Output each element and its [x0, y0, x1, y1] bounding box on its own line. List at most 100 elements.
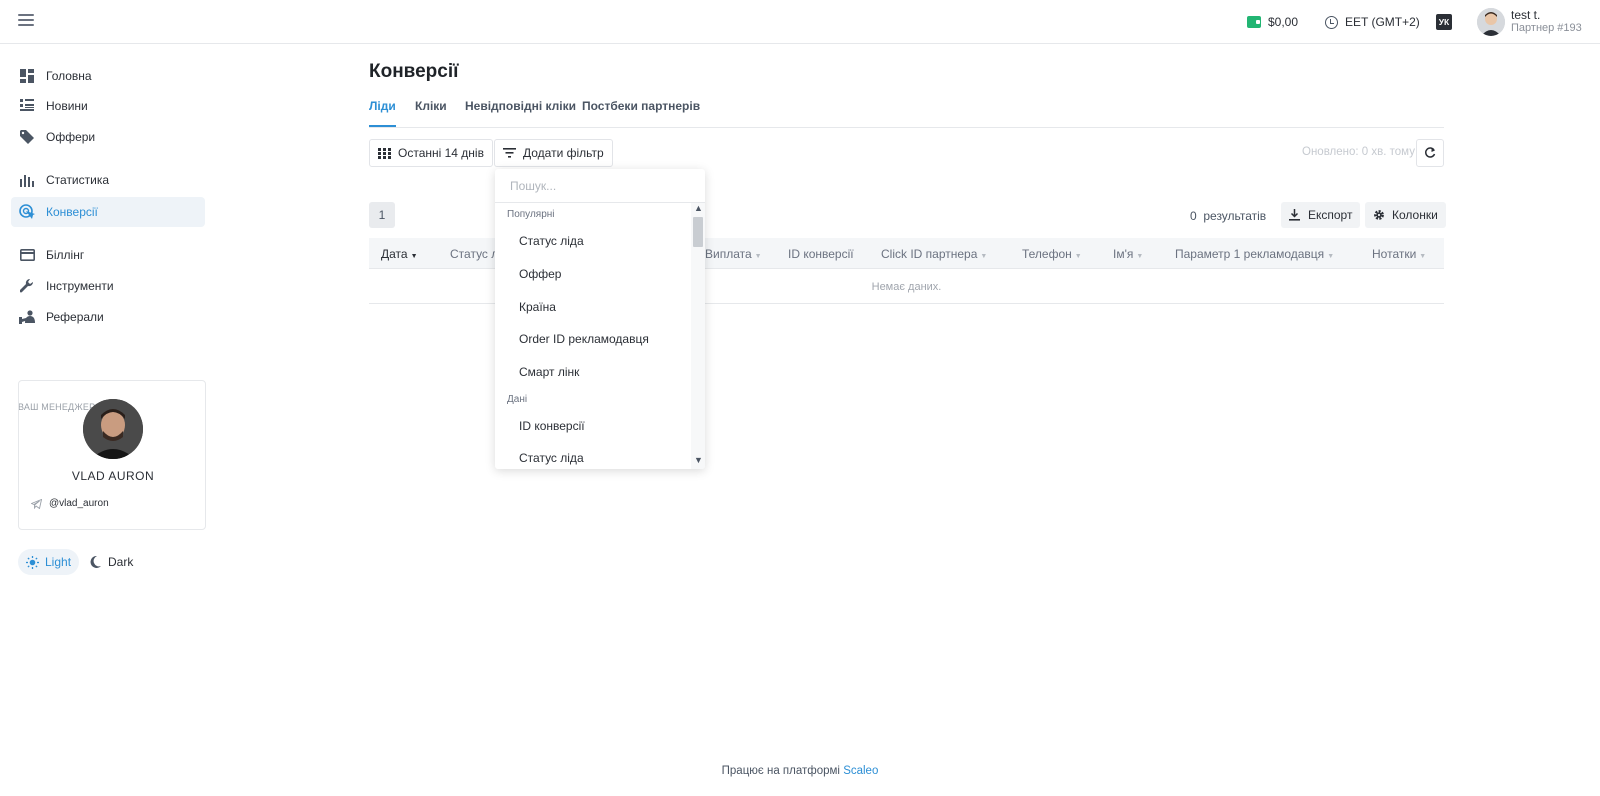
- add-filter-label: Додати фільтр: [523, 146, 604, 160]
- balance-indicator[interactable]: $0,00: [1247, 0, 1298, 44]
- bar-chart-icon: [19, 172, 35, 188]
- footer-text: Працює на платформі: [721, 765, 840, 777]
- theme-light-label: Light: [45, 555, 72, 569]
- filter-search-input[interactable]: Пошук...: [495, 169, 705, 203]
- dropdown-option-lead-status[interactable]: Статус ліда: [519, 234, 584, 248]
- column-header-conversion-id[interactable]: ID конверсії: [788, 247, 854, 261]
- footer: Працює на платформі Scaleo: [0, 765, 1600, 777]
- refresh-button[interactable]: [1416, 139, 1444, 167]
- sidebar-item-label: Статистика: [46, 173, 110, 187]
- user-menu[interactable]: test t. Партнер #193: [1477, 0, 1582, 44]
- date-range-label: Останні 14 днів: [398, 146, 484, 160]
- sidebar-item-label: Оффери: [46, 130, 96, 144]
- gear-icon: [1373, 209, 1385, 221]
- dropdown-scrollbar[interactable]: ▲ ▼: [691, 203, 705, 469]
- sidebar-item-label: Конверсії: [46, 205, 98, 219]
- dropdown-option-lead-status-2[interactable]: Статус ліда: [519, 451, 584, 465]
- filter-icon: [503, 148, 516, 158]
- results-count: 0 результатів: [1190, 209, 1266, 223]
- export-label: Експорт: [1308, 208, 1353, 222]
- telegram-icon: [31, 498, 42, 509]
- sidebar-item-label: Інструменти: [46, 279, 114, 293]
- language-badge: УК: [1436, 14, 1452, 30]
- column-header-advertiser-param[interactable]: Параметр 1 рекламодавця ▼: [1175, 247, 1334, 261]
- theme-dark-button[interactable]: Dark: [90, 549, 133, 575]
- scroll-up-icon[interactable]: ▲: [694, 203, 703, 213]
- column-header-phone[interactable]: Телефон ▼: [1022, 247, 1082, 261]
- date-range-button[interactable]: Останні 14 днів: [369, 139, 493, 167]
- tab-partner-postbacks[interactable]: Постбеки партнерів: [582, 99, 700, 127]
- page-title: Конверсії: [369, 61, 459, 82]
- referral-icon: [19, 309, 35, 325]
- user-partner-id: Партнер #193: [1511, 22, 1582, 34]
- clock-icon: [1325, 15, 1338, 29]
- sidebar-item-conversions[interactable]: Конверсії: [11, 197, 205, 227]
- columns-label: Колонки: [1392, 208, 1438, 222]
- column-header-date[interactable]: Дата ▼: [381, 247, 418, 261]
- dashboard-icon: [19, 68, 35, 84]
- language-switcher[interactable]: УК: [1436, 0, 1452, 44]
- timezone-value: EET (GMT+2): [1345, 15, 1420, 29]
- manager-telegram-link[interactable]: @vlad_auron: [31, 498, 109, 509]
- top-bar: $0,00 EET (GMT+2) УК test t. Партнер #19…: [0, 0, 1600, 44]
- sidebar-item-billing[interactable]: Біллінг: [11, 240, 205, 270]
- tag-icon: [19, 129, 35, 145]
- dropdown-group-data: Дані: [507, 394, 528, 405]
- column-header-notes[interactable]: Нотатки ▼: [1372, 247, 1426, 261]
- user-name: test t.: [1511, 8, 1541, 22]
- avatar: [1477, 8, 1505, 36]
- sun-icon: [26, 555, 39, 569]
- wrench-icon: [19, 278, 35, 294]
- page-number-button[interactable]: 1: [369, 202, 395, 228]
- download-icon: [1289, 209, 1300, 221]
- tab-clicks[interactable]: Кліки: [415, 99, 447, 127]
- refresh-icon: [1424, 147, 1436, 159]
- manager-card: VLAD AURON @vlad_auron: [18, 380, 206, 530]
- dropdown-option-country[interactable]: Країна: [519, 300, 556, 314]
- updated-timestamp: Оновлено: 0 хв. тому: [1302, 146, 1415, 158]
- column-header-lead-status[interactable]: Статус л: [450, 247, 498, 261]
- sidebar-item-label: Новини: [46, 99, 88, 113]
- column-header-name[interactable]: Ім'я ▼: [1113, 247, 1143, 261]
- theme-dark-label: Dark: [108, 555, 134, 569]
- results-number: 0: [1190, 209, 1197, 223]
- conversion-icon: [19, 204, 35, 220]
- sidebar-item-label: Біллінг: [46, 248, 85, 262]
- dropdown-group-popular: Популярні: [507, 209, 555, 220]
- sidebar-item-tools[interactable]: Інструменти: [11, 271, 205, 301]
- sidebar-item-statistics[interactable]: Статистика: [11, 165, 205, 195]
- timezone-indicator[interactable]: EET (GMT+2): [1325, 0, 1420, 44]
- sidebar-item-news[interactable]: Новини: [11, 91, 205, 121]
- scrollbar-thumb[interactable]: [693, 217, 703, 247]
- dropdown-option-conversion-id[interactable]: ID конверсії: [519, 419, 585, 433]
- wallet-icon: [1247, 16, 1261, 28]
- sidebar: Головна Новини Оффери Статистика Конверс…: [0, 44, 214, 796]
- calendar-grid-icon: [378, 147, 391, 159]
- sidebar-item-offers[interactable]: Оффери: [11, 122, 205, 152]
- add-filter-button[interactable]: Додати фільтр: [494, 139, 613, 167]
- manager-telegram-handle: @vlad_auron: [49, 498, 109, 509]
- sidebar-item-home[interactable]: Головна: [11, 61, 205, 91]
- manager-avatar: [83, 399, 143, 459]
- theme-light-button[interactable]: Light: [18, 549, 80, 575]
- footer-scaleo-link[interactable]: Scaleo: [843, 765, 878, 777]
- credit-card-icon: [19, 247, 35, 263]
- tab-leads[interactable]: Ліди: [369, 99, 396, 127]
- dropdown-option-offer[interactable]: Оффер: [519, 267, 561, 281]
- tab-bar: Ліди Кліки Невідповідні кліки Постбеки п…: [369, 96, 1444, 128]
- tab-invalid-clicks[interactable]: Невідповідні кліки: [465, 99, 576, 127]
- scroll-down-icon[interactable]: ▼: [694, 455, 703, 465]
- results-label: результатів: [1203, 209, 1267, 223]
- dropdown-option-order-id[interactable]: Order ID рекламодавця: [519, 332, 649, 346]
- sidebar-item-label: Головна: [46, 69, 92, 83]
- column-header-payout[interactable]: Виплата ▼: [705, 247, 762, 261]
- balance-value: $0,00: [1268, 15, 1299, 29]
- column-header-click-id[interactable]: Click ID партнера ▼: [881, 247, 987, 261]
- filter-dropdown: Пошук... Популярні Статус ліда Оффер Кра…: [495, 169, 705, 469]
- hamburger-menu-icon[interactable]: [18, 14, 34, 28]
- columns-button[interactable]: Колонки: [1365, 202, 1446, 228]
- export-button[interactable]: Експорт: [1281, 202, 1361, 228]
- news-icon: [19, 98, 35, 114]
- sidebar-item-referrals[interactable]: Реферали: [11, 302, 205, 332]
- dropdown-option-smart-link[interactable]: Смарт лінк: [519, 365, 579, 379]
